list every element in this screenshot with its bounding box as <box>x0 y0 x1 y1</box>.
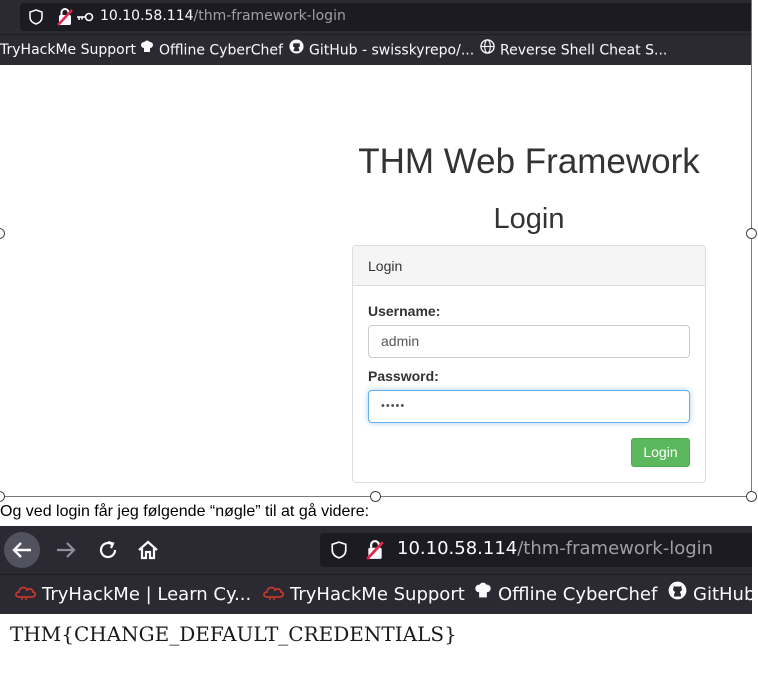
chef-hat-icon <box>474 575 492 615</box>
bookmark-offline-cyberchef[interactable]: Offline CyberChef <box>474 575 657 615</box>
shield-icon[interactable] <box>29 9 43 30</box>
username-input[interactable]: admin <box>368 325 690 358</box>
page-title: THM Web Framework <box>358 142 700 181</box>
bookmark-tryhackme-support[interactable]: TryHackMe Support <box>262 575 465 615</box>
password-input[interactable]: ••••• <box>368 390 690 423</box>
shield-icon[interactable] <box>331 541 347 564</box>
insecure-lock-icon[interactable] <box>366 540 384 565</box>
reload-icon <box>99 540 117 559</box>
flag-text: THM{CHANGE_DEFAULT_CREDENTIALS} <box>10 622 457 646</box>
bookmark-label: TryHackMe Support <box>290 584 465 605</box>
address-field[interactable]: 10.10.58.114/thm-framework-login <box>320 533 752 567</box>
bookmark-label: Offline CyberChef <box>159 42 283 59</box>
url-path: /thm-framework-login <box>193 8 346 24</box>
bookmarks-toolbar: TryHackMe Support Offline CyberChef GitH… <box>0 34 751 67</box>
resize-handle-bottom[interactable] <box>370 491 381 502</box>
bookmarks-toolbar: TryHackMe | Learn Cy... TryHackMe Suppor… <box>0 574 752 614</box>
key-icon[interactable] <box>76 10 94 28</box>
bookmark-offline-cyberchef[interactable]: Offline CyberChef <box>140 35 283 67</box>
bookmark-label: Reverse Shell Cheat S... <box>500 42 668 59</box>
back-button[interactable] <box>4 532 40 568</box>
bookmark-label: TryHackMe Support <box>0 42 136 58</box>
login-button[interactable]: Login <box>631 438 690 467</box>
caption-text: Og ved login får jeg følgende “nøgle” ti… <box>0 503 370 520</box>
arrow-right-icon <box>57 542 76 558</box>
bookmark-tryhackme-learn[interactable]: TryHackMe | Learn Cy... <box>14 575 251 615</box>
url-text: 10.10.58.114/thm-framework-login <box>397 538 713 559</box>
url-text: 10.10.58.114/thm-framework-login <box>100 8 346 24</box>
tryhackme-cloud-icon <box>262 575 285 615</box>
bookmark-label: Offline CyberChef <box>498 584 658 605</box>
globe-icon <box>480 35 495 66</box>
password-label: Password: <box>368 368 439 384</box>
url-path: /thm-framework-login <box>517 538 714 559</box>
bookmark-label: TryHackMe | Learn Cy... <box>42 584 252 605</box>
url-bar: 10.10.58.114/thm-framework-login <box>0 0 751 34</box>
home-icon <box>138 540 158 560</box>
bookmark-reverse-shell[interactable]: Reverse Shell Cheat S... <box>480 35 667 67</box>
bookmark-tryhackme-support[interactable]: TryHackMe Support <box>0 35 136 66</box>
reload-button[interactable] <box>96 538 120 567</box>
github-icon <box>289 35 304 66</box>
home-button[interactable] <box>136 538 160 567</box>
arrow-left-icon <box>12 542 31 558</box>
insecure-lock-icon[interactable] <box>57 8 73 31</box>
bookmark-label: GitHub <box>693 584 752 605</box>
forward-button[interactable] <box>54 538 78 567</box>
panel-header: Login <box>353 246 705 286</box>
navigation-toolbar: 10.10.58.114/thm-framework-login <box>0 526 752 574</box>
chef-hat-icon <box>140 35 154 66</box>
github-icon <box>668 575 687 615</box>
tryhackme-cloud-icon <box>14 575 37 615</box>
resize-handle-bottom-right[interactable] <box>746 491 757 502</box>
bookmark-github[interactable]: GitHub <box>668 575 752 615</box>
login-page-screenshot: 10.10.58.114/thm-framework-login TryHack… <box>0 0 752 497</box>
bookmark-label: GitHub - swisskyrepo/... <box>309 42 475 59</box>
login-panel: Login Username: admin Password: ••••• Lo… <box>352 245 706 483</box>
bookmark-github[interactable]: GitHub - swisskyrepo/... <box>289 35 474 67</box>
url-host: 10.10.58.114 <box>397 538 518 559</box>
username-label: Username: <box>368 303 441 319</box>
login-heading: Login <box>493 203 565 235</box>
flag-page-screenshot: 10.10.58.114/thm-framework-login TryHack… <box>0 526 752 682</box>
url-host: 10.10.58.114 <box>100 8 194 24</box>
resize-handle-right[interactable] <box>746 228 757 239</box>
address-field[interactable]: 10.10.58.114/thm-framework-login <box>20 3 751 31</box>
